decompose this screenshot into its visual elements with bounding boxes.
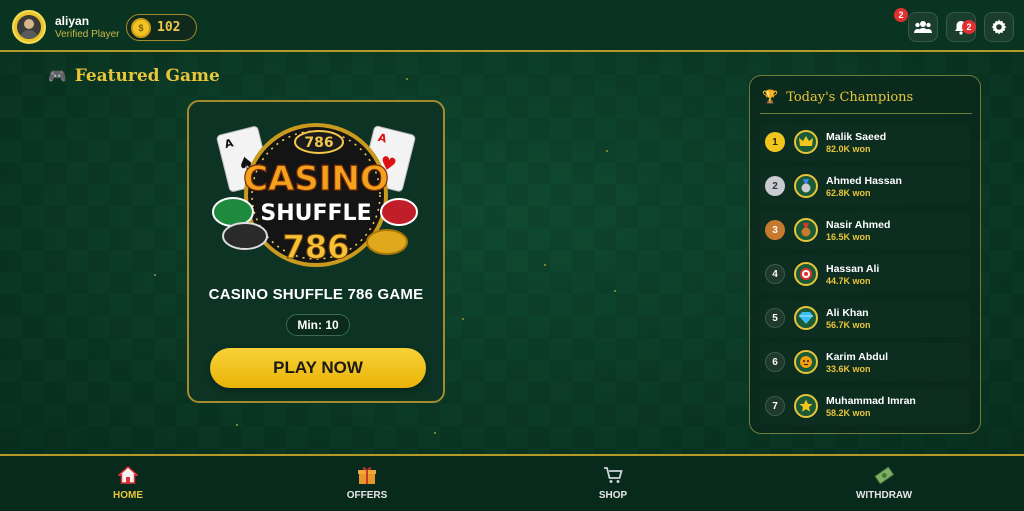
nav-home-label: HOME [113,490,143,501]
champion-winnings: 44.7K won [826,276,871,286]
champion-row[interactable]: 2 Ahmed Hassan 62.8K won [760,167,970,205]
featured-game-card[interactable]: A ♠ A ♥ 786 CASINO SHUFFLE 786 CASINO SH… [187,100,445,403]
champion-row[interactable]: 1 Malik Saeed 82.0K won [760,123,970,161]
champion-name: Nasir Ahmed [826,219,891,231]
rank-badge: 6 [765,352,785,372]
champions-title: Today's Champions [786,90,914,105]
rank-badge: 3 [765,220,785,240]
nav-shop[interactable]: SHOP [573,464,653,508]
logo-number: 786 [283,228,350,266]
gift-icon [356,464,378,486]
username: aliyan [55,14,90,28]
home-icon [117,464,139,486]
featured-title: 🎮 Featured Game [48,66,220,86]
champion-winnings: 33.6K won [826,364,871,374]
logo-word-shuffle: SHUFFLE [260,201,371,226]
champion-row[interactable]: 6 Karim Abdul 33.6K won [760,343,970,381]
nav-withdraw[interactable]: WITHDRAW [844,464,924,508]
rank-badge: 7 [765,396,785,416]
coin-icon: $ [131,17,151,38]
nav-offers[interactable]: OFFERS [327,464,407,508]
nav-offers-label: OFFERS [346,490,388,501]
champion-winnings: 82.0K won [826,144,871,154]
nav-shop-label: SHOP [598,490,628,501]
champion-row[interactable]: 5 Ali Khan 56.7K won [760,299,970,337]
users-icon [914,21,932,33]
champion-winnings: 16.5K won [826,232,871,242]
champion-name: Malik Saeed [826,131,887,143]
target-icon [794,262,818,286]
medal-icon [794,174,818,198]
tiger-icon [794,350,818,374]
rank-badge: 1 [765,132,785,152]
featured-title-text: Featured Game [74,66,220,86]
friends-button[interactable] [908,12,938,42]
champion-winnings: 56.7K won [826,320,871,330]
medal-icon [794,218,818,242]
settings-button[interactable] [984,12,1014,42]
logo-badge-text: 786 [304,135,333,151]
friends-badge: 2 [894,8,908,22]
top-header: aliyan Verified Player $ 102 2 2 [0,0,1024,52]
champion-name: Ali Khan [826,307,869,319]
champion-name: Karim Abdul [826,351,889,363]
diamond-icon [794,306,818,330]
champions-panel: 🏆 Today's Champions 1 Malik Saeed 82.0K … [749,75,981,434]
notifications-badge: 2 [962,20,976,34]
coin-value: 102 [157,20,181,35]
champions-header: 🏆 Today's Champions [762,90,913,105]
champion-row[interactable]: 3 Nasir Ahmed 16.5K won [760,211,970,249]
champion-name: Muhammad Imran [826,395,916,407]
game-logo: A ♠ A ♥ 786 CASINO SHUFFLE 786 [212,123,418,267]
star-icon [794,394,818,418]
min-bet-pill: Min: 10 [286,314,350,336]
champion-winnings: 62.8K won [826,188,871,198]
gear-icon [991,19,1007,35]
champion-name: Hassan Ali [826,263,880,275]
user-status: Verified Player [55,29,120,40]
crown-icon [794,130,818,154]
gamepad-icon: 🎮 [48,67,67,85]
cart-icon [602,464,624,486]
rank-badge: 2 [765,176,785,196]
divider [760,113,972,114]
coin-balance[interactable]: $ 102 [126,14,197,41]
avatar[interactable] [12,10,46,44]
logo-word-casino: CASINO [243,159,389,199]
rank-badge: 5 [765,308,785,328]
play-now-button[interactable]: PLAY NOW [210,348,426,388]
champion-row[interactable]: 4 Hassan Ali 44.7K won [760,255,970,293]
nav-home[interactable]: HOME [88,464,168,508]
nav-withdraw-label: WITHDRAW [855,490,913,501]
champion-winnings: 58.2K won [826,408,871,418]
champion-name: Ahmed Hassan [826,175,902,187]
bottom-navigation: HOME OFFERS SHOP WITHDRAW [0,454,1024,511]
champion-row[interactable]: 7 Muhammad Imran 58.2K won [760,387,970,425]
money-icon [873,464,895,486]
trophy-icon: 🏆 [762,90,779,105]
rank-badge: 4 [765,264,785,284]
game-name: CASINO SHUFFLE 786 GAME [208,286,424,303]
